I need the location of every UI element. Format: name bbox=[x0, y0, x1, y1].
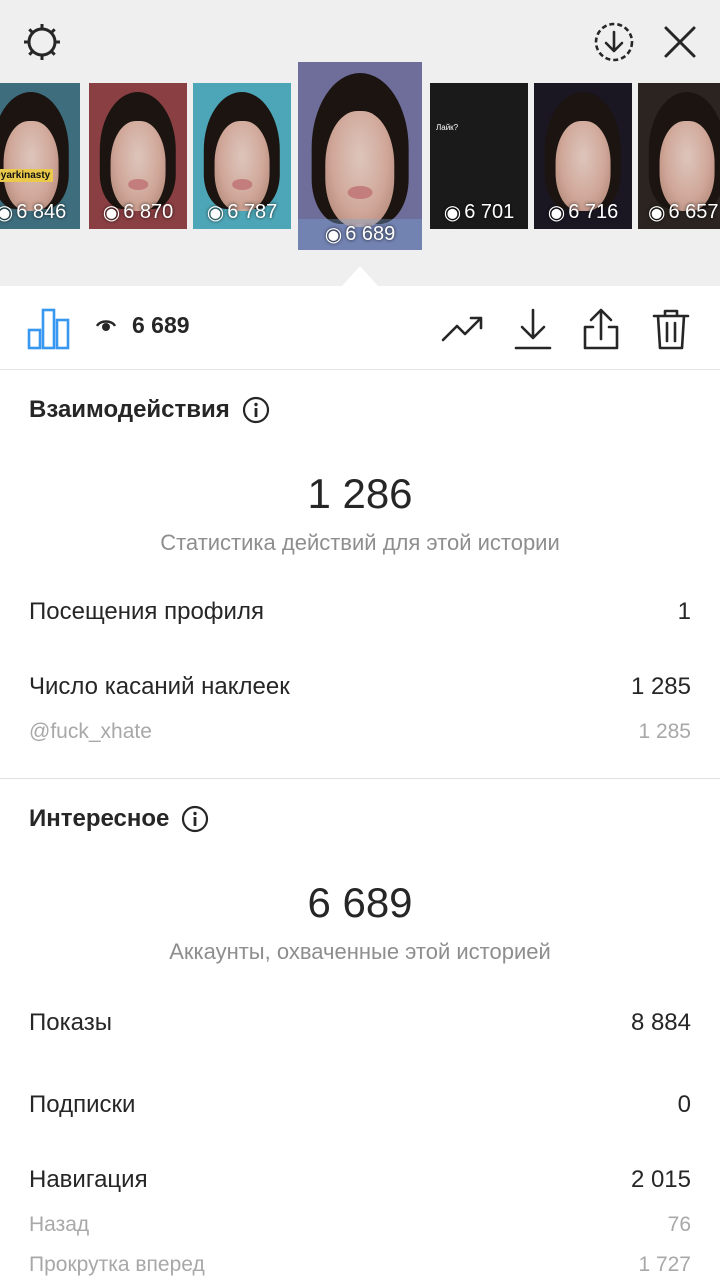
save-button[interactable] bbox=[510, 306, 556, 352]
thumbnail-view-count: 6 716 bbox=[568, 201, 619, 223]
story-thumbnail[interactable]: Лайк? ◉ 6 701 bbox=[430, 83, 528, 229]
bar-chart-icon bbox=[27, 308, 70, 350]
thumbnail-face bbox=[659, 120, 715, 212]
metric-value: 1 285 bbox=[630, 673, 691, 700]
metric-value: 76 bbox=[667, 1213, 691, 1236]
info-icon[interactable] bbox=[181, 805, 209, 833]
metric-label: @fuck_xhate bbox=[29, 720, 152, 743]
discovery-total: 6 689 bbox=[307, 879, 413, 926]
discovery-section: Интересное 6 689 Аккаунты, охваченные эт… bbox=[0, 779, 720, 1280]
thumbnail-views: ◉ 6 689 bbox=[298, 219, 422, 250]
metric-label: Число касаний наклеек bbox=[29, 673, 290, 700]
thumbnail-view-count: 6 701 bbox=[464, 201, 515, 223]
section-title: Взаимодействия bbox=[29, 396, 230, 423]
thumbnail-view-count: 6 870 bbox=[123, 201, 174, 223]
thumbnail-views: ◉ 6 846 bbox=[0, 200, 80, 225]
trending-up-icon bbox=[441, 316, 483, 342]
thumbnail-lips bbox=[128, 179, 148, 190]
metric-row: Число касаний наклеек 1 285 bbox=[29, 673, 691, 701]
thumbnail-view-count: 6 846 bbox=[16, 201, 67, 223]
eye-icon: ◉ bbox=[324, 224, 343, 246]
share-button[interactable] bbox=[578, 306, 624, 352]
selection-pointer bbox=[342, 266, 378, 286]
thumbnail-lips bbox=[232, 179, 252, 190]
thumbnail-views: ◉ 6 701 bbox=[430, 200, 528, 225]
thumbnail-tag: @yarkinasty bbox=[0, 169, 54, 182]
interactions-subtitle: Статистика действий для этой истории bbox=[160, 530, 560, 555]
view-count-value: 6 689 bbox=[132, 312, 190, 338]
download-circle-icon bbox=[594, 22, 634, 62]
eye-icon: ◉ bbox=[443, 202, 462, 224]
story-thumbnail[interactable]: ◉ 6 657 bbox=[638, 83, 720, 229]
metric-subrow: Назад 76 bbox=[29, 1213, 691, 1237]
eye-icon: ◉ bbox=[547, 202, 566, 224]
story-thumbnail[interactable]: ◉ 6 716 bbox=[534, 83, 632, 229]
eye-icon: ◉ bbox=[102, 202, 121, 224]
thumbnail-face bbox=[3, 120, 59, 212]
interactions-section: Взаимодействия 1 286 Статистика действий… bbox=[0, 370, 720, 778]
download-all-button[interactable] bbox=[590, 18, 638, 66]
close-button[interactable] bbox=[656, 18, 704, 66]
metric-value: 1 727 bbox=[638, 1253, 691, 1276]
metric-subrow: Прокрутка вперед 1 727 bbox=[29, 1253, 691, 1277]
story-thumbnail[interactable]: ◉ 6 787 bbox=[193, 83, 291, 229]
eye-icon bbox=[96, 319, 116, 331]
thumbnail-face bbox=[214, 120, 270, 212]
story-thumbnail-strip[interactable]: @yarkinasty ◉6 846 ◉6 870 ◉6 787 ◉6 689 bbox=[0, 62, 720, 262]
interactions-header: Взаимодействия bbox=[29, 396, 270, 424]
delete-button[interactable] bbox=[648, 306, 694, 352]
thumbnail-face bbox=[325, 110, 395, 228]
metric-row: Подписки 0 bbox=[29, 1091, 691, 1119]
eye-icon: ◉ bbox=[648, 202, 666, 224]
discovery-subtitle: Аккаунты, охваченные этой историей bbox=[169, 939, 551, 964]
metric-value: 8 884 bbox=[630, 1009, 691, 1036]
metric-value: 2 015 bbox=[630, 1166, 691, 1193]
eye-icon: ◉ bbox=[206, 202, 225, 224]
settings-button[interactable] bbox=[18, 18, 66, 66]
story-action-bar: 6 689 bbox=[0, 286, 720, 370]
metric-label: Навигация bbox=[29, 1166, 148, 1193]
metric-label: Показы bbox=[29, 1009, 112, 1036]
metric-subrow: @fuck_xhate 1 285 bbox=[29, 720, 691, 744]
section-title: Интересное bbox=[29, 805, 170, 832]
close-icon bbox=[664, 26, 696, 58]
thumbnail-view-count: 6 787 bbox=[227, 201, 278, 223]
story-thumbnail[interactable]: @yarkinasty ◉6 846 bbox=[0, 83, 80, 229]
thumbnail-views: ◉ 6 657 bbox=[638, 200, 720, 225]
thumbnail-views: ◉ 6 787 bbox=[193, 200, 291, 225]
metric-row: Навигация 2 015 bbox=[29, 1166, 691, 1194]
metric-value: 1 285 bbox=[638, 720, 691, 743]
thumbnail-caption: Лайк? bbox=[436, 123, 459, 132]
thumbnail-views: ◉ 6 870 bbox=[89, 200, 187, 225]
thumbnail-face bbox=[110, 120, 166, 212]
story-view-count: 6 689 bbox=[96, 312, 190, 339]
insights-tab[interactable] bbox=[26, 306, 72, 350]
thumbnail-face bbox=[555, 120, 611, 212]
story-thumbnail[interactable]: ◉ 6 870 bbox=[89, 83, 187, 229]
metric-label: Подписки bbox=[29, 1091, 136, 1118]
share-icon bbox=[583, 308, 619, 350]
eye-icon: ◉ bbox=[0, 202, 14, 224]
trash-icon bbox=[652, 309, 690, 350]
thumbnail-view-count: 6 689 bbox=[345, 223, 396, 245]
thumbnail-views: ◉ 6 716 bbox=[534, 200, 632, 225]
story-archive-header: @yarkinasty ◉6 846 ◉6 870 ◉6 787 ◉6 689 bbox=[0, 0, 720, 286]
thumbnail-lips bbox=[347, 186, 373, 200]
metric-row: Посещения профиля 1 bbox=[29, 598, 691, 626]
interactions-total: 1 286 bbox=[307, 470, 413, 517]
discovery-header: Интересное bbox=[29, 805, 209, 833]
metric-value: 0 bbox=[677, 1091, 691, 1118]
metric-label: Посещения профиля bbox=[29, 598, 264, 625]
info-icon[interactable] bbox=[242, 396, 270, 424]
metric-row: Показы 8 884 bbox=[29, 1009, 691, 1037]
metric-label: Назад bbox=[29, 1213, 90, 1236]
metric-value: 1 bbox=[677, 598, 691, 625]
thumbnail-view-count: 6 657 bbox=[668, 201, 719, 223]
story-thumbnail-selected[interactable]: ◉ 6 689 bbox=[298, 62, 422, 250]
metric-label: Прокрутка вперед bbox=[29, 1253, 205, 1276]
gear-icon bbox=[24, 24, 60, 60]
promote-button[interactable] bbox=[440, 306, 486, 352]
download-icon bbox=[514, 308, 552, 350]
